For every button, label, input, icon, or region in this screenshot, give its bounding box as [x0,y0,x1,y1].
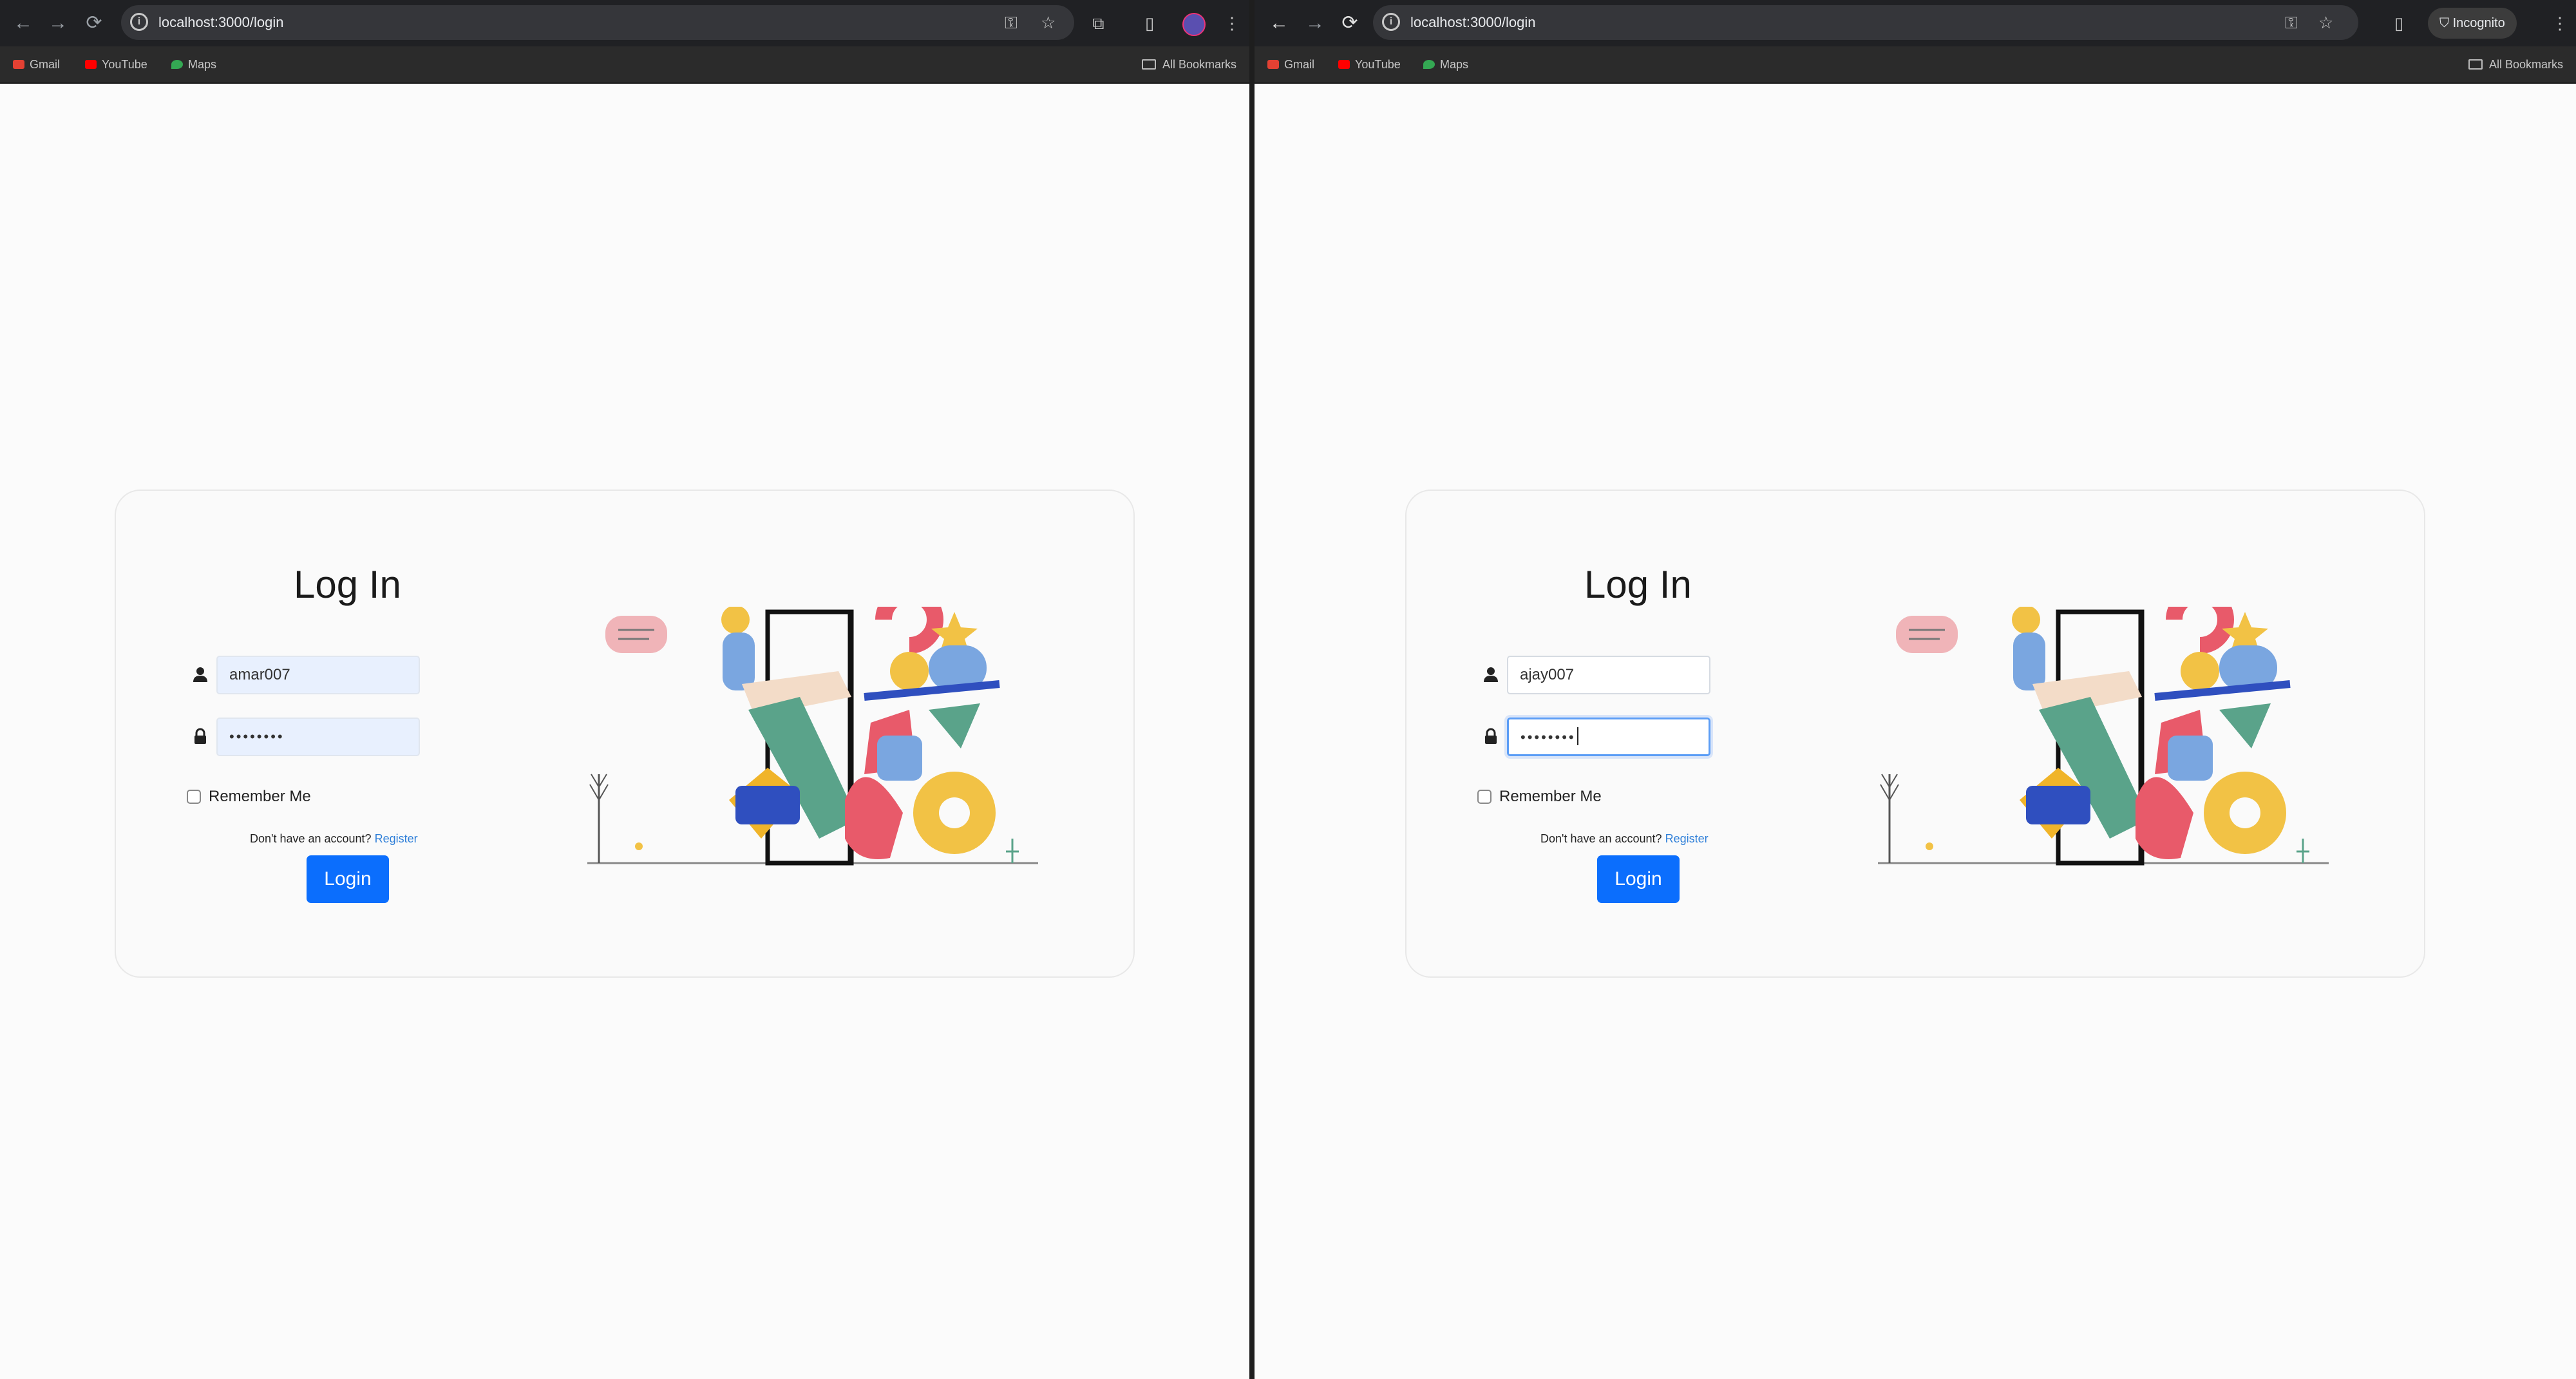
site-info-icon[interactable]: i [130,13,148,31]
lock-icon [194,728,206,744]
all-bookmarks[interactable]: All Bookmarks [2468,55,2563,73]
login-illustration [1878,607,2329,866]
forward-arrow-icon[interactable]: → [46,12,70,35]
register-link[interactable]: Register [375,832,418,845]
remember-label: Remember Me [209,788,311,805]
remember-label: Remember Me [1499,788,1602,805]
login-card: Log In ajay007 •••••••• Remember Me Don'… [1405,490,2425,978]
browser-toolbar: ← → ⟳ i localhost:3000/login ⚿ ☆ ▯ ⛉ Inc… [1255,0,2576,46]
lock-icon [1485,728,1497,744]
login-title: Log In [294,563,401,606]
address-bar[interactable]: i localhost:3000/login ⚿ ☆ [121,5,1074,40]
page-content: Log In ajay007 •••••••• Remember Me Don'… [1255,84,2576,1379]
user-icon [1484,667,1498,682]
signup-prompt: Don't have an account? Register [1540,831,1709,846]
bookmark-youtube[interactable]: YouTube [1338,55,1401,73]
password-field[interactable]: •••••••• [216,718,420,756]
back-arrow-icon[interactable]: ← [12,12,35,35]
maps-icon [1423,60,1435,69]
star-bookmark-icon[interactable]: ☆ [1041,13,1056,32]
more-menu-icon[interactable]: ⋮ [1224,12,1240,35]
register-link[interactable]: Register [1665,832,1709,845]
signup-text: Don't have an account? [1540,832,1662,845]
login-illustration [587,607,1038,866]
bookmark-youtube[interactable]: YouTube [85,55,147,73]
browser-window-right: ← → ⟳ i localhost:3000/login ⚿ ☆ ▯ ⛉ Inc… [1255,0,2576,1379]
incognito-icon: ⛉ [2439,16,2453,30]
gmail-icon [1267,60,1279,69]
page-content: Log In amar007 •••••••• Remember Me Don'… [0,84,1249,1379]
folder-icon [2468,59,2483,70]
youtube-icon [85,60,97,69]
forward-arrow-icon[interactable]: → [1303,12,1327,35]
window-divider [1249,0,1255,1379]
remember-checkbox[interactable] [187,790,201,804]
bookmarks-bar: Gmail YouTube Maps All Bookmarks [0,46,1249,84]
gmail-icon [13,60,24,69]
address-url[interactable]: localhost:3000/login [158,14,283,32]
more-menu-icon[interactable]: ⋮ [2552,12,2568,35]
login-button[interactable]: Login [307,855,389,903]
maps-icon [171,60,183,69]
password-mask: •••••••• [1520,729,1576,745]
bookmarks-bar: Gmail YouTube Maps All Bookmarks [1255,46,2576,84]
incognito-badge[interactable]: ⛉ Incognito [2428,8,2517,39]
star-bookmark-icon[interactable]: ☆ [2318,13,2333,32]
username-field[interactable]: amar007 [216,656,420,694]
extensions-icon[interactable]: ⧉ [1092,12,1104,35]
bookmark-gmail[interactable]: Gmail [13,55,60,73]
address-url[interactable]: localhost:3000/login [1410,14,1535,32]
login-card: Log In amar007 •••••••• Remember Me Don'… [115,490,1135,978]
site-info-icon[interactable]: i [1382,13,1400,31]
all-bookmarks[interactable]: All Bookmarks [1141,55,1236,73]
profile-avatar[interactable] [1182,13,1206,36]
text-caret [1577,727,1578,745]
remember-checkbox[interactable] [1477,790,1492,804]
browser-toolbar: ← → ⟳ i localhost:3000/login ⚿ ☆ ⧉ ▯ ⋮ [0,0,1249,46]
reload-icon[interactable]: ⟳ [1338,12,1361,35]
signup-prompt: Don't have an account? Register [250,831,418,846]
side-panel-icon[interactable]: ▯ [1145,12,1154,35]
back-arrow-icon[interactable]: ← [1267,12,1291,35]
youtube-icon [1338,60,1350,69]
login-title: Log In [1584,563,1692,606]
signup-text: Don't have an account? [250,832,372,845]
reload-icon[interactable]: ⟳ [82,12,106,35]
bookmark-gmail[interactable]: Gmail [1267,55,1314,73]
side-panel-icon[interactable]: ▯ [2394,12,2403,35]
browser-window-left: ← → ⟳ i localhost:3000/login ⚿ ☆ ⧉ ▯ ⋮ G… [0,0,1249,1379]
bookmark-maps[interactable]: Maps [1423,55,1468,73]
address-bar[interactable]: i localhost:3000/login ⚿ ☆ [1373,5,2358,40]
folder-icon [1141,59,1156,70]
password-key-icon[interactable]: ⚿ [1005,13,1018,32]
password-field[interactable]: •••••••• [1507,718,1710,756]
user-icon [193,667,207,682]
login-button[interactable]: Login [1597,855,1680,903]
bookmark-maps[interactable]: Maps [171,55,216,73]
username-field[interactable]: ajay007 [1507,656,1710,694]
password-key-icon[interactable]: ⚿ [2285,13,2298,32]
